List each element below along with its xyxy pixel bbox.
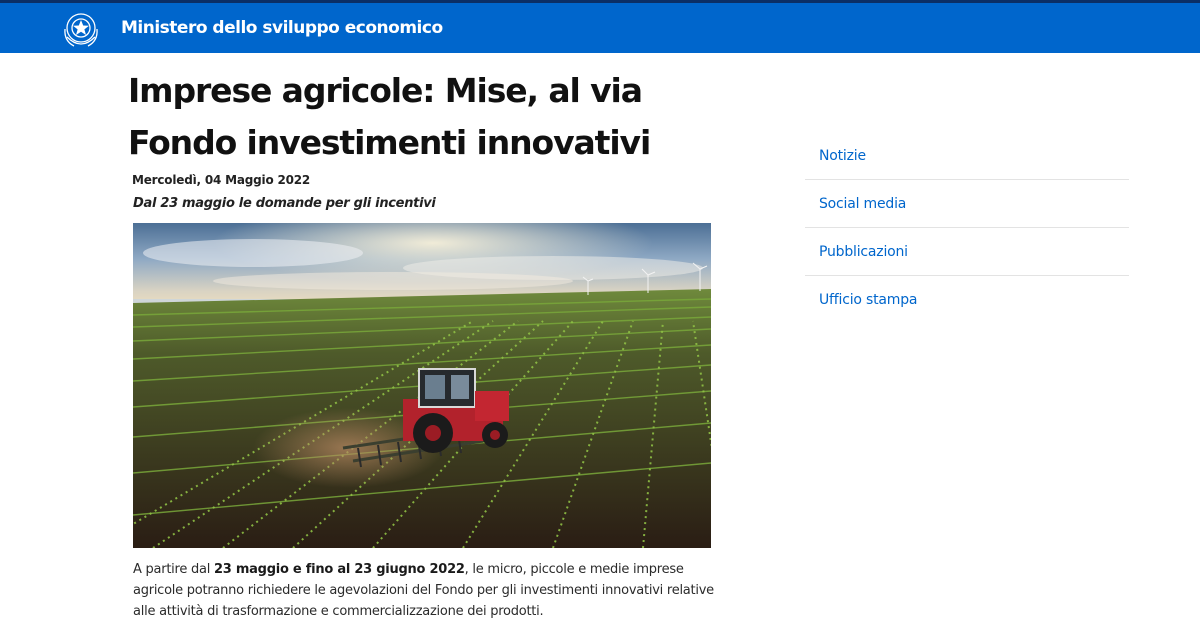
article-body: A partire dal 23 maggio e fino al 23 giu… — [133, 559, 723, 622]
article: Imprese agricole: Mise, al via Fondo inv… — [128, 65, 728, 619]
site-header: Ministero dello sviluppo economico — [0, 0, 1200, 53]
article-date: Mercoledì, 04 Maggio 2022 — [132, 173, 311, 187]
article-photo-tractor-field — [133, 223, 711, 548]
site-title[interactable]: Ministero dello sviluppo economico — [121, 18, 443, 38]
italian-republic-emblem-icon[interactable] — [62, 9, 100, 51]
body-text-intro: A partire dal — [133, 562, 214, 577]
sidebar-item-pubblicazioni[interactable]: Pubblicazioni — [805, 228, 1129, 276]
sidebar-item-ufficio-stampa[interactable]: Ufficio stampa — [805, 276, 1129, 324]
article-headline: Imprese agricole: Mise, al via Fondo inv… — [128, 65, 728, 169]
sidebar-item-notizie[interactable]: Notizie — [805, 132, 1129, 180]
body-text-dates: 23 maggio e fino al 23 giugno 2022 — [213, 562, 465, 577]
article-subtitle: Dal 23 maggio le domande per gli incenti… — [133, 196, 436, 211]
headline-line-2: Fondo investimenti innovativi — [128, 123, 651, 162]
sidebar-nav: Notizie Social media Pubblicazioni Uffic… — [805, 132, 1129, 324]
headline-line-1: Imprese agricole: Mise, al via — [128, 71, 643, 110]
sidebar-item-social-media[interactable]: Social media — [805, 180, 1129, 228]
